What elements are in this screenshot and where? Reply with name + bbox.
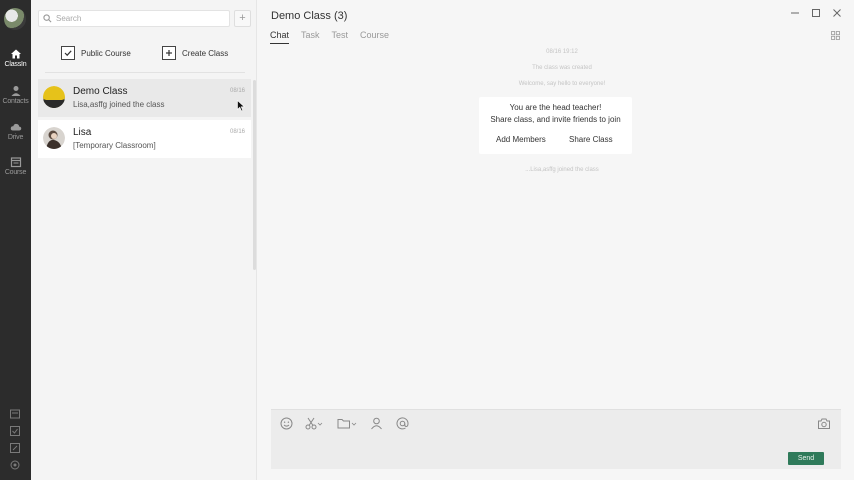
left-rail: ClassIn Contacts Drive Course <box>0 0 31 480</box>
rail-label-contacts: Contacts <box>2 98 29 105</box>
cloud-icon <box>10 123 21 131</box>
list-scrollbar[interactable] <box>253 80 256 270</box>
message-composer[interactable]: Send <box>271 409 841 469</box>
conversation-date: 08/16 <box>229 129 245 135</box>
rail-label-drive: Drive <box>7 134 24 141</box>
mouse-pointer-icon <box>237 100 245 112</box>
tab-course[interactable]: Course <box>360 30 389 44</box>
user-avatar <box>43 127 65 149</box>
conversation-date: 08/16 <box>229 88 245 94</box>
contact-icon[interactable] <box>370 417 383 430</box>
person-icon <box>11 86 20 96</box>
checklist-icon[interactable] <box>9 425 21 437</box>
home-icon <box>10 49 21 59</box>
public-course-button[interactable]: Public Course <box>61 45 131 61</box>
rail-item-contacts[interactable]: Contacts <box>0 85 31 105</box>
conversation-preview: [Temporary Classroom] <box>73 141 156 150</box>
app-logo[interactable] <box>4 8 26 30</box>
conversation-name: Lisa <box>73 127 92 138</box>
add-members-button[interactable]: Add Members <box>496 135 546 144</box>
conversation-item[interactable]: Demo Class Lisa,asffg joined the class 0… <box>38 79 251 117</box>
mention-icon[interactable] <box>396 417 409 430</box>
divider <box>45 72 245 73</box>
rail-label-course: Course <box>4 169 27 176</box>
maximize-icon[interactable] <box>810 7 822 19</box>
calendar-icon <box>10 157 21 168</box>
chat-tabs: Chat Task Test Course <box>270 30 401 44</box>
folder-icon[interactable] <box>9 408 21 420</box>
scissors-icon[interactable] <box>305 417 323 430</box>
conversation-name: Demo Class <box>73 86 128 97</box>
edit-icon[interactable] <box>9 442 21 454</box>
search-icon <box>43 14 52 23</box>
plus-icon <box>162 46 176 60</box>
search-input[interactable]: Search <box>38 10 230 27</box>
emoji-icon[interactable] <box>280 417 293 430</box>
system-message: Welcome, say hello to everyone! <box>518 81 606 87</box>
class-avatar <box>43 86 65 108</box>
send-button[interactable]: Send <box>788 452 824 465</box>
settings-icon[interactable] <box>9 459 21 471</box>
close-icon[interactable] <box>831 7 843 19</box>
system-timestamp: 08/16 19:12 <box>546 49 578 55</box>
card-title: You are the head teacher! <box>509 103 602 112</box>
rail-item-drive[interactable]: Drive <box>0 121 31 141</box>
grid-icon[interactable] <box>831 31 840 40</box>
rail-label-classin: ClassIn <box>4 61 27 68</box>
camera-icon[interactable] <box>817 417 831 430</box>
tab-test[interactable]: Test <box>332 30 349 44</box>
minimize-icon[interactable] <box>789 7 801 19</box>
search-placeholder: Search <box>56 14 82 23</box>
conversation-panel: Search + Public Course Create Class Demo… <box>31 0 257 480</box>
rail-item-course[interactable]: Course <box>0 156 31 176</box>
joined-notice: ...Lisa,asffg joined the class <box>525 167 599 173</box>
share-class-button[interactable]: Share Class <box>569 135 613 144</box>
card-subtitle: Share class, and invite friends to join <box>490 115 621 124</box>
create-class-button[interactable]: Create Class <box>162 45 228 61</box>
tab-chat[interactable]: Chat <box>270 30 290 44</box>
public-course-label: Public Course <box>81 48 131 58</box>
tab-task[interactable]: Task <box>301 30 320 44</box>
checkbox-icon <box>61 46 75 60</box>
create-class-label: Create Class <box>182 48 229 58</box>
chat-title: Demo Class (3) <box>271 10 348 22</box>
conversation-item[interactable]: Lisa [Temporary Classroom] 08/16 <box>38 120 251 158</box>
rail-item-classin[interactable]: ClassIn <box>0 48 31 68</box>
conversation-preview: Lisa,asffg joined the class <box>73 100 165 109</box>
head-teacher-card: You are the head teacher! Share class, a… <box>479 97 632 154</box>
system-message: The class was created <box>532 65 592 71</box>
add-button[interactable]: + <box>234 10 251 27</box>
folder-icon[interactable] <box>337 417 357 430</box>
